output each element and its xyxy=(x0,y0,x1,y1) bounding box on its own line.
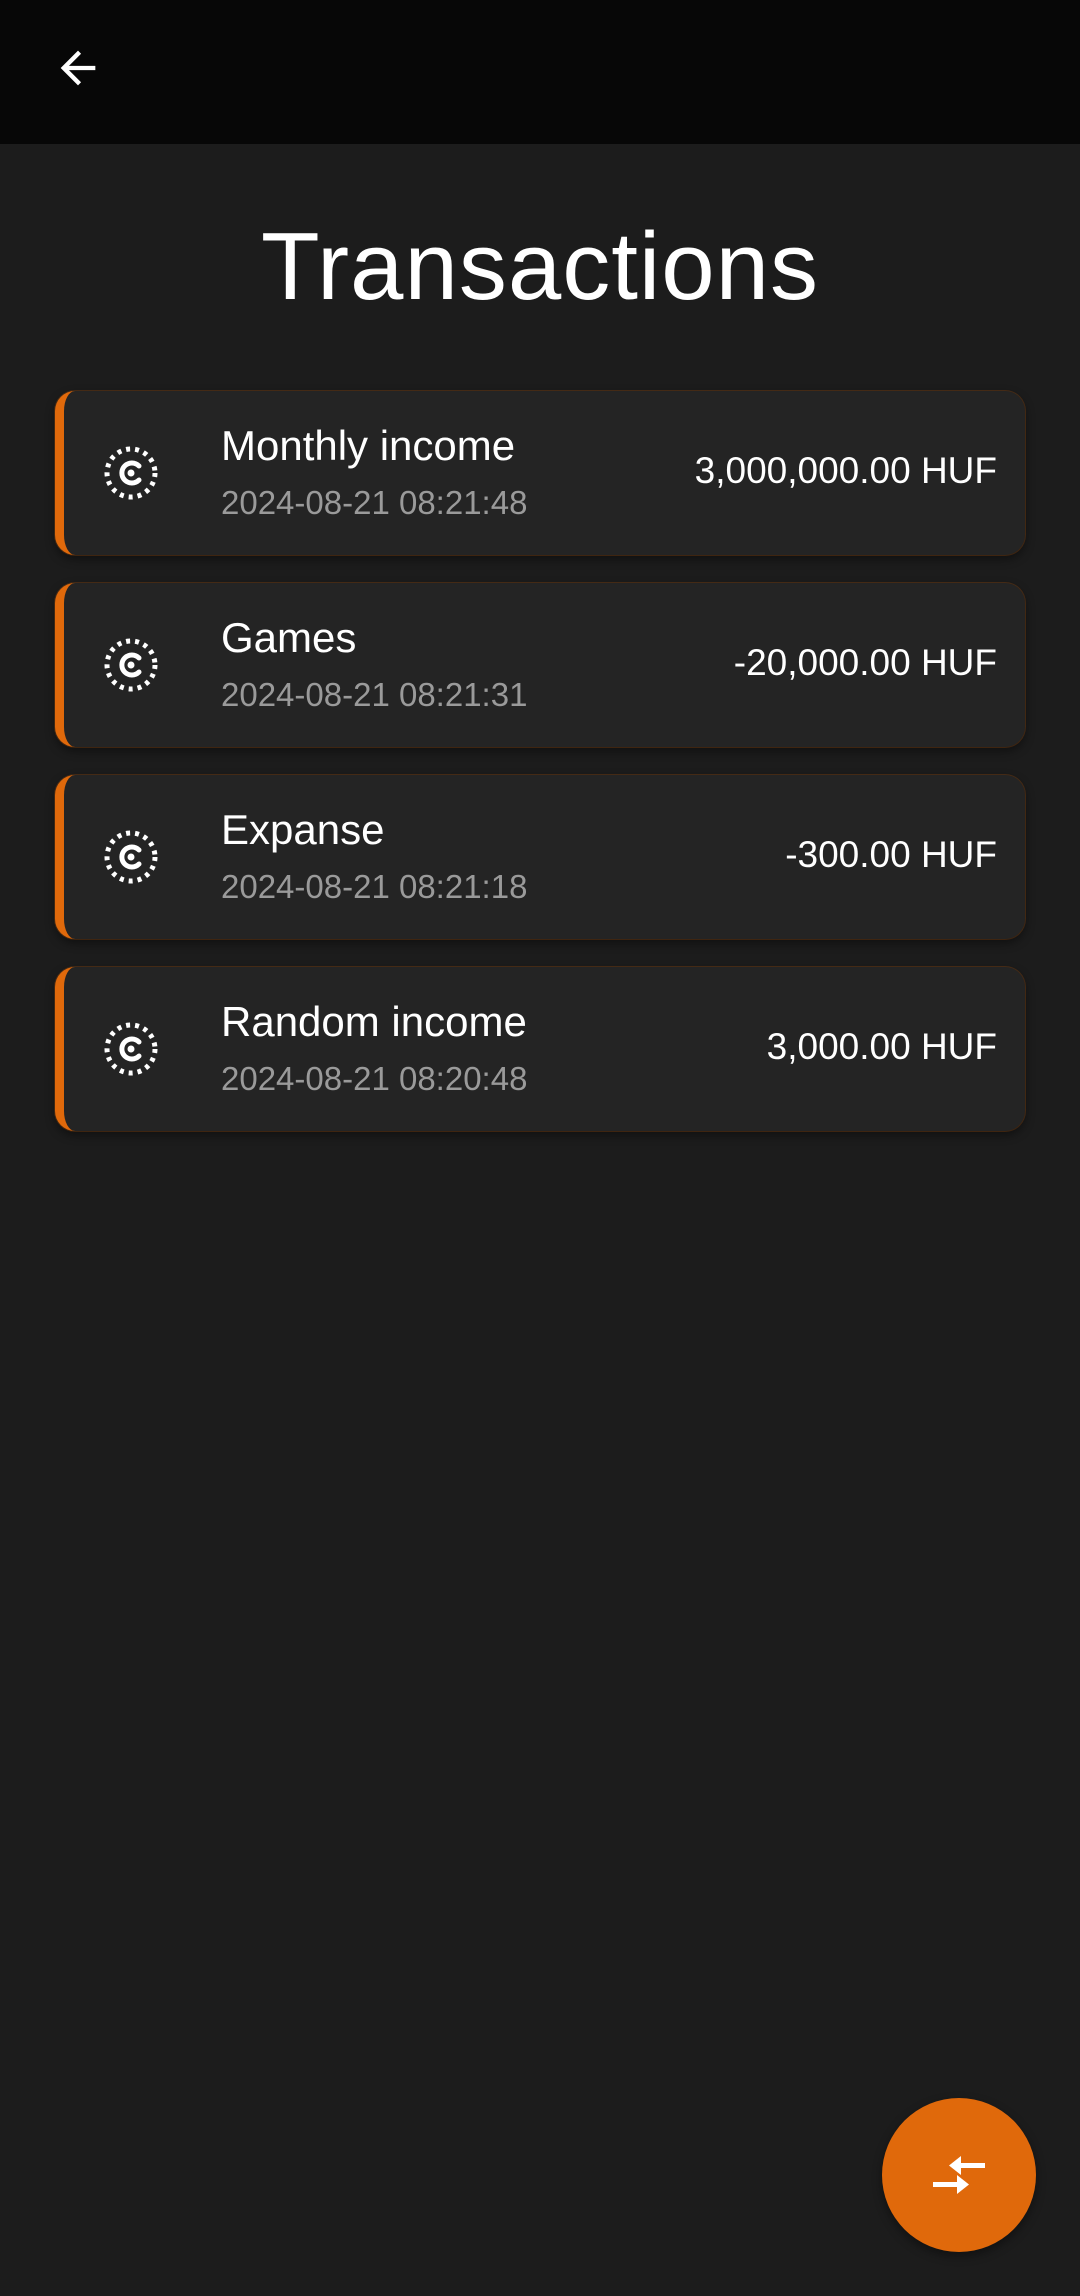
transaction-date: 2024-08-21 08:21:31 xyxy=(221,676,528,713)
transaction-list: Monthly income 2024-08-21 08:21:48 3,000… xyxy=(55,391,1025,1159)
transaction-amount: -20,000.00 HUF xyxy=(733,642,997,683)
transaction-amount: 3,000.00 HUF xyxy=(766,1026,997,1067)
transaction-card[interactable]: Random income 2024-08-21 08:20:48 3,000.… xyxy=(55,967,1025,1131)
transaction-amount: 3,000,000.00 HUF xyxy=(694,450,997,491)
category-placeholder-icon xyxy=(104,1022,158,1076)
compare-arrows-icon xyxy=(933,2156,985,2194)
transaction-title: Games xyxy=(221,614,357,661)
transaction-amount: -300.00 HUF xyxy=(785,834,997,875)
category-placeholder-icon xyxy=(104,446,158,500)
transaction-title: Random income xyxy=(221,998,527,1045)
page-title: Transactions xyxy=(261,213,819,320)
compare-transactions-fab[interactable] xyxy=(882,2098,1036,2252)
transaction-date: 2024-08-21 08:21:48 xyxy=(221,484,528,521)
back-button[interactable] xyxy=(40,30,116,106)
arrow-left-icon xyxy=(60,50,96,86)
category-placeholder-icon xyxy=(104,830,158,884)
transaction-card[interactable]: Expanse 2024-08-21 08:21:18 -300.00 HUF xyxy=(55,775,1025,939)
app-bar xyxy=(0,0,1080,144)
transaction-title: Expanse xyxy=(221,806,385,853)
transaction-card[interactable]: Games 2024-08-21 08:21:31 -20,000.00 HUF xyxy=(55,583,1025,747)
category-placeholder-icon xyxy=(104,638,158,692)
transaction-card[interactable]: Monthly income 2024-08-21 08:21:48 3,000… xyxy=(55,391,1025,555)
transaction-date: 2024-08-21 08:21:18 xyxy=(221,868,528,905)
transaction-date: 2024-08-21 08:20:48 xyxy=(221,1060,528,1097)
transaction-title: Monthly income xyxy=(221,422,516,469)
